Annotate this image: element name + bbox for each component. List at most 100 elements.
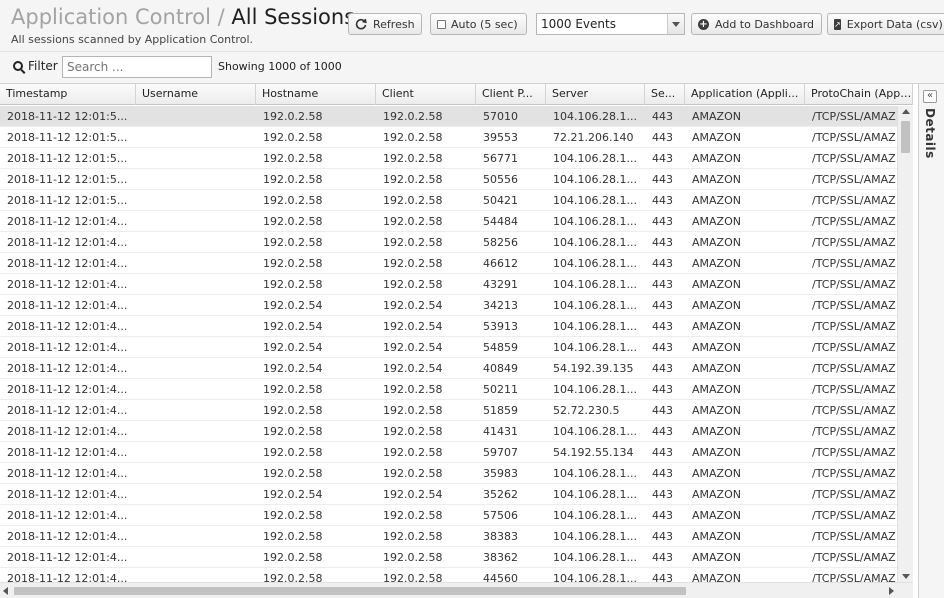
table-cell: 443 bbox=[652, 425, 673, 438]
table-cell: 104.106.28.1... bbox=[553, 509, 637, 522]
table-cell: 443 bbox=[652, 404, 673, 417]
table-row[interactable]: 2018-11-12 12:01:4... 192.0.2.58 192.0.2.5… bbox=[0, 400, 897, 421]
horizontal-scrollbar[interactable] bbox=[0, 582, 913, 598]
table-cell bbox=[136, 400, 256, 421]
details-panel[interactable]: « Details bbox=[918, 84, 944, 598]
table-cell: 192.0.2.58 bbox=[383, 278, 443, 291]
table-cell bbox=[136, 232, 256, 253]
table-cell: 192.0.2.58 bbox=[383, 131, 443, 144]
page-title: Application Control / All Sessions bbox=[11, 4, 355, 30]
table-cell: 2018-11-12 12:01:4... bbox=[7, 257, 128, 270]
title-separator: / bbox=[217, 5, 225, 29]
scroll-down-icon[interactable] bbox=[902, 574, 910, 579]
table-row[interactable]: 2018-11-12 12:01:5... 192.0.2.58 192.0.2.5… bbox=[0, 127, 897, 148]
table-row[interactable]: 2018-11-12 12:01:5... 192.0.2.58 192.0.2.5… bbox=[0, 169, 897, 190]
column-header-client-port[interactable]: Client P... bbox=[476, 84, 546, 105]
add-to-dashboard-button[interactable]: + Add to Dashboard bbox=[691, 13, 822, 35]
table-row[interactable]: 2018-11-12 12:01:4... 192.0.2.58 192.0.2.5… bbox=[0, 421, 897, 442]
table-cell: 2018-11-12 12:01:5... bbox=[7, 194, 128, 207]
filter-label: Filter bbox=[28, 59, 58, 73]
table-cell: /TCP/SSL/AMAZ bbox=[812, 152, 896, 165]
table-row[interactable]: 2018-11-12 12:01:4... 192.0.2.58 192.0.2.5… bbox=[0, 232, 897, 253]
table-cell: 104.106.28.1... bbox=[553, 152, 637, 165]
table-cell: 52.72.230.5 bbox=[553, 404, 620, 417]
expand-panel-icon[interactable]: « bbox=[923, 90, 937, 103]
table-cell: /TCP/SSL/AMAZ bbox=[812, 278, 896, 291]
table-cell bbox=[136, 148, 256, 169]
column-header-server[interactable]: Server bbox=[546, 84, 645, 105]
column-header-client[interactable]: Client bbox=[376, 84, 476, 105]
table-row[interactable]: 2018-11-12 12:01:4... 192.0.2.58 192.0.2.5… bbox=[0, 274, 897, 295]
chevron-down-icon[interactable] bbox=[667, 14, 684, 34]
vertical-scroll-thumb[interactable] bbox=[901, 121, 910, 153]
column-header-protochain[interactable]: ProtoChain (Appl... bbox=[805, 84, 913, 105]
column-header-timestamp[interactable]: Timestamp bbox=[0, 84, 136, 105]
table-cell: 192.0.2.58 bbox=[383, 173, 443, 186]
table-row[interactable]: 2018-11-12 12:01:5... 192.0.2.58 192.0.2.5… bbox=[0, 106, 897, 127]
table-row[interactable]: 2018-11-12 12:01:4... 192.0.2.58 192.0.2.5… bbox=[0, 211, 897, 232]
auto-refresh-label: Auto (5 sec) bbox=[451, 17, 518, 31]
table-cell: 54859 bbox=[483, 341, 518, 354]
horizontal-scroll-thumb[interactable] bbox=[14, 587, 686, 595]
table-row[interactable]: 2018-11-12 12:01:5... 192.0.2.58 192.0.2.5… bbox=[0, 148, 897, 169]
table-row[interactable]: 2018-11-12 12:01:4... 192.0.2.58 192.0.2.5… bbox=[0, 379, 897, 400]
plus-circle-icon: + bbox=[698, 18, 709, 30]
table-cell: 443 bbox=[652, 278, 673, 291]
table-row[interactable]: 2018-11-12 12:01:4... 192.0.2.58 192.0.2.5… bbox=[0, 505, 897, 526]
table-row[interactable]: 2018-11-12 12:01:4... 192.0.2.58 192.0.2.5… bbox=[0, 253, 897, 274]
table-row[interactable]: 2018-11-12 12:01:4... 192.0.2.54 192.0.2.5… bbox=[0, 337, 897, 358]
scroll-left-icon[interactable] bbox=[3, 587, 8, 595]
table-cell: 41431 bbox=[483, 425, 518, 438]
table-row[interactable]: 2018-11-12 12:01:4... 192.0.2.58 192.0.2.5… bbox=[0, 526, 897, 547]
scroll-up-icon[interactable] bbox=[902, 109, 910, 114]
table-cell: /TCP/SSL/AMAZ bbox=[812, 194, 896, 207]
table-cell bbox=[136, 421, 256, 442]
table-row[interactable]: 2018-11-12 12:01:4... 192.0.2.54 192.0.2.5… bbox=[0, 295, 897, 316]
table-cell bbox=[136, 169, 256, 190]
table-cell: 192.0.2.54 bbox=[383, 341, 443, 354]
table-cell: 192.0.2.58 bbox=[263, 173, 323, 186]
table-cell: AMAZON bbox=[692, 467, 741, 480]
column-header-application[interactable]: Application (Appli... bbox=[685, 84, 805, 105]
table-cell: 192.0.2.58 bbox=[383, 446, 443, 459]
scroll-right-icon[interactable] bbox=[889, 587, 894, 595]
table-cell: AMAZON bbox=[692, 110, 741, 123]
table-cell bbox=[136, 253, 256, 274]
table-cell: 54484 bbox=[483, 215, 518, 228]
table-cell: 443 bbox=[652, 383, 673, 396]
auto-refresh-toggle[interactable]: Auto (5 sec) bbox=[430, 13, 527, 35]
table-row[interactable]: 2018-11-12 12:01:4... 192.0.2.58 192.0.2.5… bbox=[0, 442, 897, 463]
events-limit-select[interactable]: 1000 Events bbox=[536, 13, 685, 35]
details-panel-label[interactable]: Details bbox=[923, 108, 937, 159]
table-cell: 50421 bbox=[483, 194, 518, 207]
refresh-label: Refresh bbox=[373, 17, 415, 31]
table-cell: 104.106.28.1... bbox=[553, 110, 637, 123]
table-cell: 104.106.28.1... bbox=[553, 551, 637, 564]
column-header-hostname[interactable]: Hostname bbox=[256, 84, 376, 105]
table-cell: /TCP/SSL/AMAZ bbox=[812, 488, 896, 501]
table-row[interactable]: 2018-11-12 12:01:4... 192.0.2.58 192.0.2.5… bbox=[0, 463, 897, 484]
table-row[interactable]: 2018-11-12 12:01:4... 192.0.2.54 192.0.2.5… bbox=[0, 316, 897, 337]
table-cell: 192.0.2.58 bbox=[383, 236, 443, 249]
filter-search-input[interactable] bbox=[62, 56, 212, 78]
vertical-scrollbar[interactable] bbox=[897, 106, 913, 582]
table-row[interactable]: 2018-11-12 12:01:4... 192.0.2.54 192.0.2.5… bbox=[0, 484, 897, 505]
table-row[interactable]: 2018-11-12 12:01:4... 192.0.2.54 192.0.2.5… bbox=[0, 358, 897, 379]
record-count: Showing 1000 of 1000 bbox=[218, 60, 342, 73]
table-row[interactable]: 2018-11-12 12:01:4... 192.0.2.58 192.0.2.5… bbox=[0, 547, 897, 568]
table-cell bbox=[136, 274, 256, 295]
refresh-button[interactable]: Refresh bbox=[348, 13, 422, 35]
table-cell: 192.0.2.54 bbox=[263, 299, 323, 312]
table-cell: 35983 bbox=[483, 467, 518, 480]
table-cell: 443 bbox=[652, 467, 673, 480]
checkbox-icon[interactable] bbox=[437, 19, 446, 29]
table-cell: 104.106.28.1... bbox=[553, 341, 637, 354]
column-header-server-port[interactable]: Se... bbox=[645, 84, 685, 105]
column-header-username[interactable]: Username bbox=[136, 84, 256, 105]
table-cell: 54.192.55.134 bbox=[553, 446, 634, 459]
table-cell: 2018-11-12 12:01:4... bbox=[7, 341, 128, 354]
table-cell: /TCP/SSL/AMAZ bbox=[812, 446, 896, 459]
export-data-button[interactable]: ↗ Export Data (csv) bbox=[827, 13, 944, 35]
sessions-grid: Timestamp Username Hostname Client Clien… bbox=[0, 84, 913, 598]
table-row[interactable]: 2018-11-12 12:01:5... 192.0.2.58 192.0.2.5… bbox=[0, 190, 897, 211]
